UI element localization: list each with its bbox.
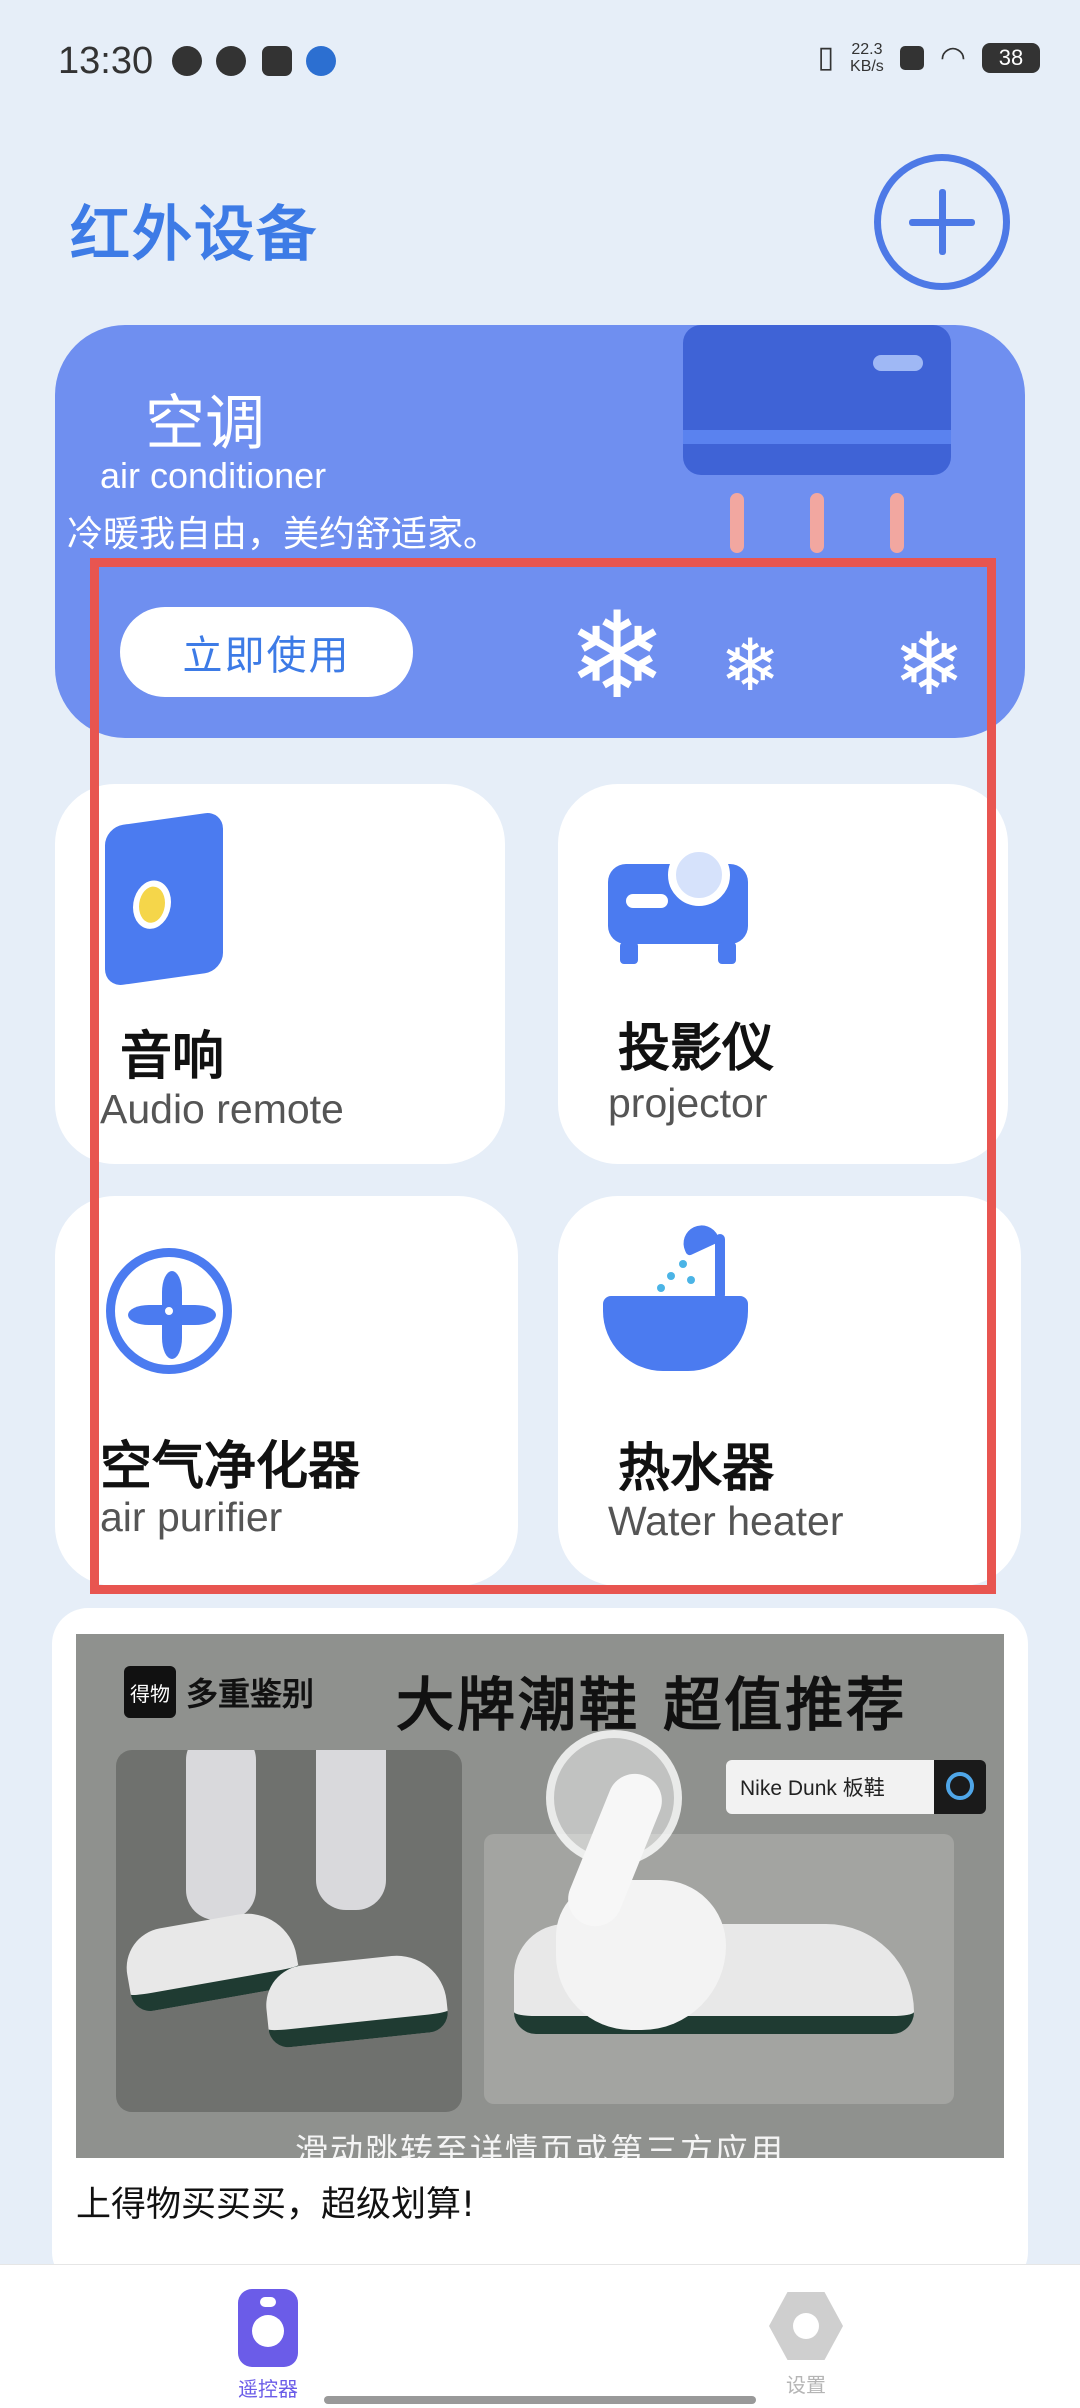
message-notification-icon — [262, 46, 292, 76]
search-icon — [934, 1760, 986, 1814]
nav-remote[interactable]: 遥控器 — [188, 2289, 348, 2402]
ac-grill — [683, 430, 951, 444]
settings-hole — [793, 2313, 819, 2339]
page-title: 红外设备 — [70, 200, 318, 270]
airflow-line — [810, 493, 824, 553]
add-device-button[interactable] — [874, 154, 1010, 290]
ac-vent — [873, 355, 923, 371]
home-indicator[interactable] — [324, 2396, 756, 2404]
swipe-hand-icon — [546, 1730, 776, 2050]
network-speed-value: 22.3 — [851, 40, 883, 58]
vibrate-icon: ▯ — [817, 40, 835, 75]
status-right: ▯ 22.3 KB/s ◠ 38 — [817, 40, 1040, 75]
ac-title: 空调 — [145, 389, 265, 459]
settings-icon — [769, 2289, 843, 2363]
photo-leg — [186, 1750, 256, 1920]
sim-off-icon — [899, 45, 924, 70]
ad-logo: 得物 多重鉴别 — [124, 1666, 314, 1718]
ad-card[interactable]: 得物 多重鉴别 大牌潮鞋 超值推荐 Nike Dunk 板鞋 滑动跳转至详情页或… — [52, 1608, 1028, 2288]
nav-settings[interactable]: 设置 — [726, 2289, 886, 2398]
ad-image[interactable]: 得物 多重鉴别 大牌潮鞋 超值推荐 Nike Dunk 板鞋 — [76, 1634, 1004, 2158]
cat-notification-icon — [216, 46, 246, 76]
air-conditioner-icon — [683, 325, 951, 475]
network-speed: 22.3 KB/s — [850, 41, 884, 75]
bottom-nav: 遥控器 设置 — [0, 2264, 1080, 2408]
wifi-icon: ◠ — [939, 40, 966, 75]
airflow-line — [890, 493, 904, 553]
screen: 13:30 ▯ 22.3 KB/s ◠ 38 红外设备 空调 air condi… — [0, 0, 1080, 2408]
ad-logo-box: 得物 — [124, 1666, 176, 1718]
ad-caption: 上得物买买买，超级划算! — [76, 2185, 476, 2225]
vpn-notification-icon — [306, 46, 336, 76]
airflow-line — [730, 493, 744, 553]
ad-photo-sneakers-worn — [116, 1750, 462, 2112]
ac-subtitle: air conditioner — [100, 455, 327, 496]
photo-leg — [316, 1750, 386, 1910]
app-notification-icon — [172, 46, 202, 76]
status-bar: 13:30 ▯ 22.3 KB/s ◠ 38 — [0, 0, 1080, 120]
ad-logo-text: 多重鉴别 — [186, 1675, 315, 1713]
highlight-box — [90, 558, 996, 1594]
remote-icon — [238, 2289, 298, 2367]
ad-hint: 滑动跳转至详情页或第三方应用 — [295, 2131, 785, 2170]
nav-settings-label: 设置 — [786, 2373, 826, 2397]
network-speed-unit: KB/s — [850, 57, 884, 75]
status-time: 13:30 — [58, 40, 154, 82]
battery-icon: 38 — [982, 42, 1040, 73]
ac-slogan: 冷暖我自由，美约舒适家。 — [67, 514, 500, 555]
